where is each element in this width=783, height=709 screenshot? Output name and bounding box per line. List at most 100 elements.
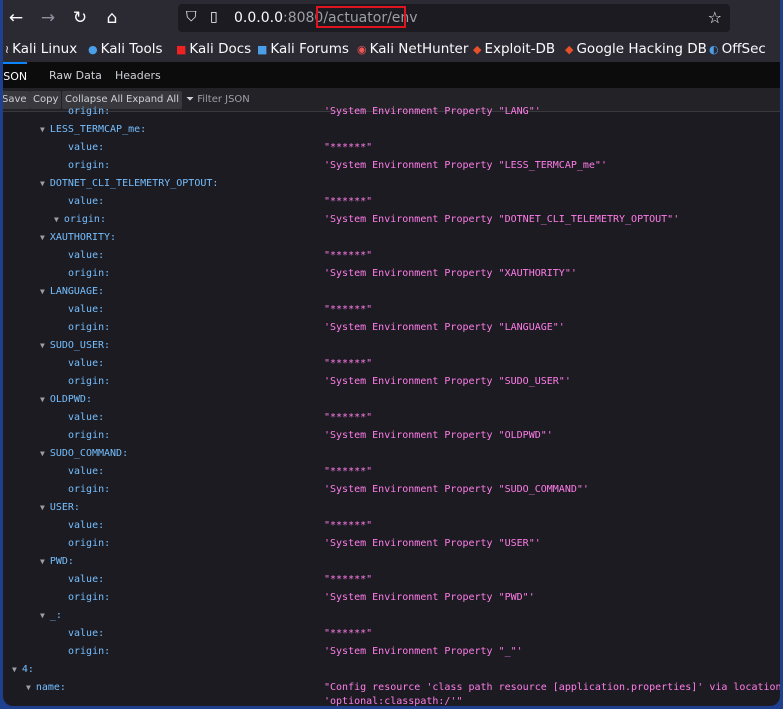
bookmark-label: Kali Linux (12, 41, 78, 57)
tree-row: ▼ LESS_TERMCAP_me: (40, 121, 146, 139)
tree-row: ▼ LANGUAGE: (40, 283, 104, 301)
expand-toggle-icon[interactable]: ▼ (40, 503, 45, 512)
expand-toggle-icon[interactable]: ▼ (40, 557, 45, 566)
bookmark-label: Kali NetHunter (369, 41, 469, 57)
expand-toggle-icon[interactable]: ▼ (12, 665, 17, 674)
json-value: "Config resource 'class path resource [a… (324, 682, 780, 693)
forward-icon[interactable]: → (37, 8, 59, 28)
tree-row: "******" (324, 517, 372, 535)
copy-button[interactable]: Copy (30, 91, 62, 109)
tree-row: "******" (324, 355, 372, 373)
json-key: XAUTHORITY: (49, 232, 117, 243)
exploit-db-icon: ◆ (473, 43, 482, 56)
shield-icon[interactable]: ⛉ (186, 9, 197, 25)
expand-toggle-icon[interactable]: ▼ (40, 449, 45, 458)
json-tree: origin: 'System Environment Property "LA… (3, 106, 780, 706)
tree-row: "******" (324, 139, 372, 157)
json-key: value: (68, 358, 105, 369)
bookmark-kali-nethunter[interactable]: ◉ Kali NetHunter (357, 41, 468, 57)
bookmark-google-hacking-db[interactable]: ◆ Google Hacking DB (565, 41, 707, 57)
expand-toggle-icon[interactable]: ▼ (40, 233, 45, 242)
expand-toggle-icon[interactable]: ▼ (40, 287, 45, 296)
expand-toggle-icon[interactable]: ▼ (54, 215, 59, 224)
json-key: name: (35, 682, 66, 693)
json-key: value: (68, 628, 105, 639)
tree-row: value: (68, 355, 104, 373)
tree-row: value: (68, 571, 104, 589)
back-icon[interactable]: ← (5, 8, 27, 28)
json-value: 'System Environment Property "PWD"' (324, 592, 535, 603)
bookmark-exploit-db[interactable]: ◆ Exploit-DB (473, 41, 555, 57)
tree-row: "******" (324, 409, 372, 427)
bookmark-label: Kali Forums (270, 41, 349, 57)
bookmark-kali-tools[interactable]: ● Kali Tools (88, 41, 163, 57)
json-key: origin: (68, 106, 111, 117)
save-button[interactable]: Save (3, 91, 30, 109)
json-key: origin: (68, 484, 111, 495)
filter-placeholder: Filter JSON (197, 94, 250, 105)
tree-row: ▼ origin: (54, 211, 106, 229)
tree-row: ▼ XAUTHORITY: (40, 229, 116, 247)
tree-row: ▼ name: (26, 679, 66, 697)
tree-row: 'System Environment Property "LANG"' (324, 103, 541, 121)
tree-row: ▼ 4: (12, 661, 34, 679)
bookmark-kali-forums[interactable]: ■ Kali Forums (257, 41, 349, 57)
json-value: 'System Environment Property "LANGUAGE"' (324, 322, 565, 333)
json-value: 'System Environment Property "LESS_TERMC… (324, 160, 607, 171)
tab-headers[interactable]: Headers (115, 69, 161, 82)
tree-row: origin: (68, 427, 110, 445)
json-key: value: (68, 250, 105, 261)
bookmark-kali-linux[interactable]: ≀ Kali Linux (5, 41, 77, 57)
viewer-tabs: JSON Raw Data Headers (3, 62, 780, 88)
tree-row: 'System Environment Property "_"' (324, 643, 523, 661)
tree-row: ▼ DOTNET_CLI_TELEMETRY_OPTOUT: (40, 175, 218, 193)
kali-docs-icon: ■ (176, 43, 187, 56)
bookmark-label: Exploit-DB (484, 41, 556, 57)
json-value: 'System Environment Property "SUDO_COMMA… (324, 484, 589, 495)
tree-row: origin: (68, 103, 110, 121)
star-icon[interactable]: ☆ (708, 8, 722, 27)
bookmark-label: Google Hacking DB (576, 41, 707, 57)
expand-toggle-icon[interactable]: ▼ (40, 611, 45, 620)
json-value: "******" (324, 304, 373, 315)
bookmark-offsec[interactable]: ◐ OffSec (709, 41, 766, 57)
page-icon: ▯ (210, 9, 218, 25)
json-value: "******" (324, 250, 373, 261)
bookmark-label: Kali Tools (100, 41, 163, 57)
json-key: origin: (68, 646, 111, 657)
tree-row: "******" (324, 301, 372, 319)
tree-row: origin: (68, 481, 110, 499)
bookmark-kali-docs[interactable]: ■ Kali Docs (176, 41, 251, 57)
json-value: "******" (324, 466, 373, 477)
tree-row: "******" (324, 571, 372, 589)
json-value: "******" (324, 628, 373, 639)
tree-row: origin: (68, 265, 110, 283)
tab-raw-data[interactable]: Raw Data (49, 69, 102, 82)
url-bar[interactable]: ⛉ ▯ 0.0.0.0:8080/actuator/env ☆ (178, 4, 730, 32)
filter-json-input[interactable]: ⏷ Filter JSON (186, 94, 250, 105)
expand-toggle-icon[interactable]: ▼ (26, 683, 31, 692)
tab-json[interactable]: JSON (3, 62, 28, 83)
reload-icon[interactable]: ↻ (69, 8, 91, 28)
tree-row: origin: (68, 157, 110, 175)
home-icon[interactable]: ⌂ (101, 8, 123, 28)
kali-icon: ≀ (5, 43, 10, 56)
json-key: OLDPWD: (49, 394, 92, 405)
expand-toggle-icon[interactable]: ▼ (40, 125, 45, 134)
ghdb-icon: ◆ (565, 43, 574, 56)
tree-row: value: (68, 139, 104, 157)
json-key: origin: (63, 214, 106, 225)
tree-row: ▼ SUDO_COMMAND: (40, 445, 128, 463)
offsec-icon: ◐ (709, 43, 719, 56)
tree-row: ▼ SUDO_USER: (40, 337, 110, 355)
tree-row: origin: (68, 589, 110, 607)
expand-toggle-icon[interactable]: ▼ (40, 395, 45, 404)
tree-row: ▼ USER: (40, 499, 80, 517)
expand-toggle-icon[interactable]: ▼ (40, 179, 45, 188)
json-key: origin: (68, 160, 111, 171)
expand-toggle-icon[interactable]: ▼ (40, 341, 45, 350)
json-key: value: (68, 466, 105, 477)
json-value: "******" (324, 412, 373, 423)
json-value: "******" (324, 520, 373, 531)
expand-all-button[interactable]: Expand All (123, 91, 182, 109)
